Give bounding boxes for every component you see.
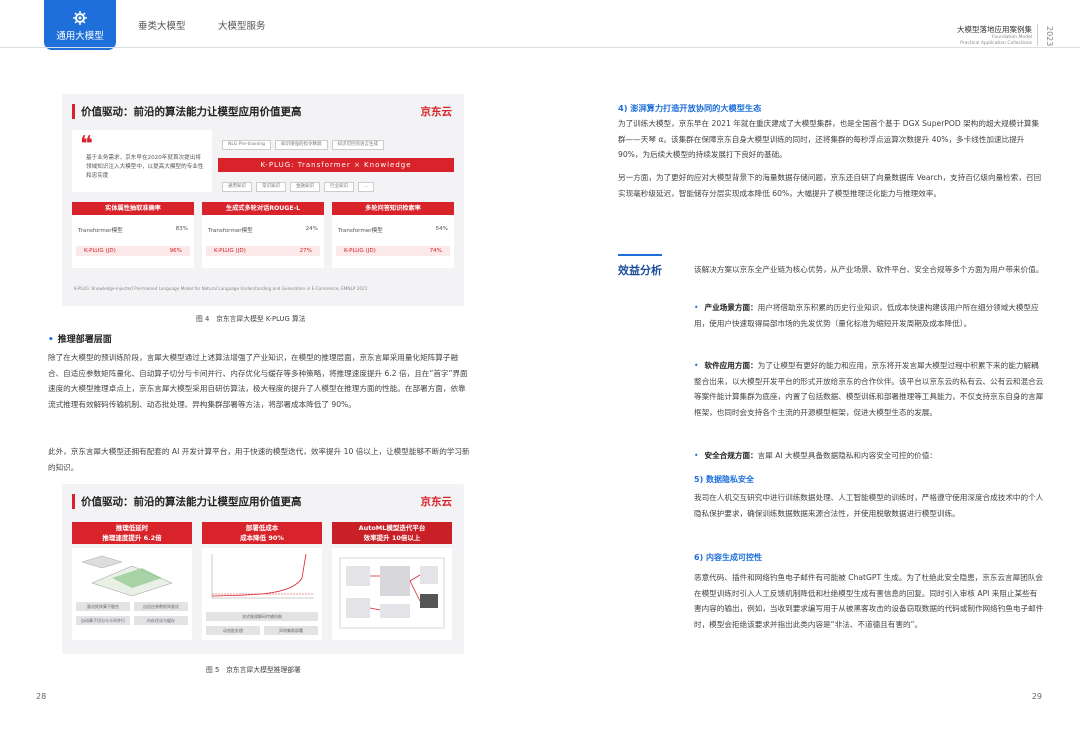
tab-general-model[interactable]: 通用大模型 xyxy=(44,0,116,50)
figure-caption: 图 4 京东言犀大模型 K-PLUG 算法 xyxy=(196,315,306,323)
method-box: 量化矩阵算子融合 xyxy=(76,602,130,611)
doc-title-block: 大模型落地应用案例集 Foundation Model Practical Ap… xyxy=(957,24,1032,47)
figure-title: 价值驱动：前沿的算法能力让模型应用价值更高 xyxy=(72,104,302,119)
feature-head: 推理低延时 推理速度提升 6.2倍 xyxy=(72,522,192,544)
benefit-software: • 软件应用方面：为了让模型有更好的能力和应用，京东将开发言犀大模型过程中积累下来… xyxy=(694,361,1044,417)
metric-row: Transformer模型 83% xyxy=(78,226,188,234)
pill: 知识增强的指令精调 xyxy=(275,140,328,150)
doc-title: 大模型落地应用案例集 xyxy=(957,25,1032,34)
heatmap-graphic xyxy=(81,555,173,597)
section-bullet-heading: • 推理部署层面 xyxy=(48,335,112,345)
pill: ... xyxy=(358,182,375,192)
method-box: 异构集群部署 xyxy=(264,626,318,635)
bullet-dot-icon: • xyxy=(694,361,699,370)
benefit-industry: • 产业场景方面：用户将借助京东积累的历史行业知识，低成本快速构建该用户所在细分领… xyxy=(694,303,1039,328)
pill: 常识知识 xyxy=(256,182,286,192)
model-gear-icon xyxy=(73,11,87,25)
cost-panel: 流式推理解码传输机制 动态批处理 异构集群部署 xyxy=(202,548,322,640)
automl-panel xyxy=(332,548,452,640)
paragraph: 我司在人机交互研究中进行训练数据处理、人工智能模型的训练时，严格遵守使用深度合成… xyxy=(694,493,1044,518)
quote-text: 基于业务需求，京东早在2020年就首次提出将领域知识注入大模型中，以提高大模型的… xyxy=(86,155,204,179)
figure-inference: 价值驱动：前沿的算法能力让模型应用价值更高 京东云 推理低延时 推理速度提升 6.… xyxy=(62,484,464,654)
benefit-intro: 该解决方案以京东全产业链为核心优势，从产业场景、软件平台、安全合规等多个方面为用… xyxy=(694,265,1044,274)
quote-box: ❝ 基于业务需求，京东早在2020年就首次提出将领域知识注入大模型中，以提高大模… xyxy=(72,130,212,192)
method-box: 内存优化与缓存 xyxy=(134,616,188,625)
method-box: 自动算子切分与卡间并行 xyxy=(76,616,130,625)
pills-top: NLG Pre-training 知识增强的指令精调 知识可控的语言生成 xyxy=(222,140,385,150)
method-box: 动态批处理 xyxy=(206,626,260,635)
metric-card: 实体属性抽取准确率 Transformer模型 83% K-PLUG (JD) 96… xyxy=(72,202,194,268)
metric-row-highlight: K-PLUG (JD) 74% xyxy=(336,246,450,256)
automl-diagram xyxy=(339,557,445,629)
doc-subtitle-2: Practical Application Collections xyxy=(960,41,1032,46)
jd-cloud-logo: 京东云 xyxy=(420,106,453,118)
section-heading-compute: 4) 澎湃算力打造开放协同的大模型生态 xyxy=(618,103,762,113)
figure-title: 价值驱动：前沿的算法能力让模型应用价值更高 xyxy=(72,494,302,509)
pill: NLG Pre-training xyxy=(222,140,272,150)
pill: 行业知识 xyxy=(324,182,354,192)
paragraph: 另一方面，为了更好的应对大模型背景下的海量数据存储问题，京东还自研了向量数据库 … xyxy=(618,173,1042,198)
metric-row-highlight: K-PLUG (JD) 96% xyxy=(76,246,190,256)
pill: 通用知识 xyxy=(222,182,252,192)
cost-curve-graphic xyxy=(211,553,314,599)
benefit-compliance: • 安全合规方面：言犀 AI 大模型具备数据隐私和内容安全可控的价值： xyxy=(694,451,937,460)
metric-title: 生成式多轮对话ROUGE-L xyxy=(202,202,324,215)
figure-kplug: 价值驱动：前沿的算法能力让模型应用价值更高 京东云 ❝ 基于业务需求，京东早在2… xyxy=(62,94,464,306)
pill: 知识可控的语言生成 xyxy=(331,140,385,150)
metric-title: 多轮问答知识检索率 xyxy=(332,202,454,215)
nav-vertical-model[interactable]: 垂类大模型 xyxy=(138,18,186,32)
bullet-dot-icon: • xyxy=(694,303,699,312)
paragraph: 此外，京东言犀大模型还拥有配套的 AI 开发计算平台，用于快速的模型迭代，效率提… xyxy=(48,447,470,472)
bullet-dot-icon: • xyxy=(694,451,699,460)
feature-head: AutoML模型迭代平台 效率提升 10倍以上 xyxy=(332,522,452,544)
bullet-dot-icon: • xyxy=(48,335,54,345)
header-vertical-divider xyxy=(1037,24,1038,46)
page-number-left: 28 xyxy=(36,692,47,701)
benefit-analysis-heading: 效益分析 xyxy=(618,254,662,278)
header-divider xyxy=(0,47,1080,48)
pills-bottom: 通用知识 常识知识 金融知识 行业知识 ... xyxy=(222,182,375,192)
metric-row-highlight: K-PLUG (JD) 27% xyxy=(206,246,320,256)
figure-footnote: K-PLUG: Knowledge-injected Pre-trained L… xyxy=(74,286,368,291)
nav-model-service[interactable]: 大模型服务 xyxy=(218,18,266,32)
latency-panel: 量化矩阵算子融合 自适应参数矩阵量化 自动算子切分与卡间并行 内存优化与缓存 xyxy=(72,548,192,640)
paragraph: 除了在大模型的预训练阶段，言犀大模型通过上述算法增强了产业知识，在模型的推理层面… xyxy=(48,353,468,409)
metric-card: 多轮问答知识检索率 Transformer模型 54% K-PLUG (JD) 74… xyxy=(332,202,454,268)
paragraph: 为了训练大模型，京东早在 2021 年就在重庆建成了大模型集群，也是全国首个基于… xyxy=(618,119,1040,159)
metric-row: Transformer模型 24% xyxy=(208,226,318,234)
jd-cloud-logo: 京东云 xyxy=(420,496,453,508)
doc-year: 2023 xyxy=(1045,26,1054,47)
metric-card: 生成式多轮对话ROUGE-L Transformer模型 24% K-PLUG (… xyxy=(202,202,324,268)
pill: 金融知识 xyxy=(290,182,320,192)
tab-label: 通用大模型 xyxy=(56,31,104,42)
metric-row: Transformer模型 54% xyxy=(338,226,448,234)
feature-head: 部署低成本 成本降低 90% xyxy=(202,522,322,544)
subsection-heading-privacy: 5) 数据隐私安全 xyxy=(694,475,755,484)
metric-title: 实体属性抽取准确率 xyxy=(72,202,194,215)
figure-caption: 图 5 京东言犀大模型推理部署 xyxy=(206,666,301,674)
kplug-banner: K-PLUG: Transformer × Knowledge xyxy=(218,158,454,172)
page-number-right: 29 xyxy=(1031,692,1042,701)
paragraph: 恶意代码、插件和网络钓鱼电子邮件有可能被 ChatGPT 生成。为了杜绝此安全隐… xyxy=(694,573,1044,629)
method-box: 自适应参数矩阵量化 xyxy=(134,602,188,611)
subsection-heading-content: 6) 内容生成可控性 xyxy=(694,553,763,562)
method-box: 流式推理解码传输机制 xyxy=(206,612,318,621)
